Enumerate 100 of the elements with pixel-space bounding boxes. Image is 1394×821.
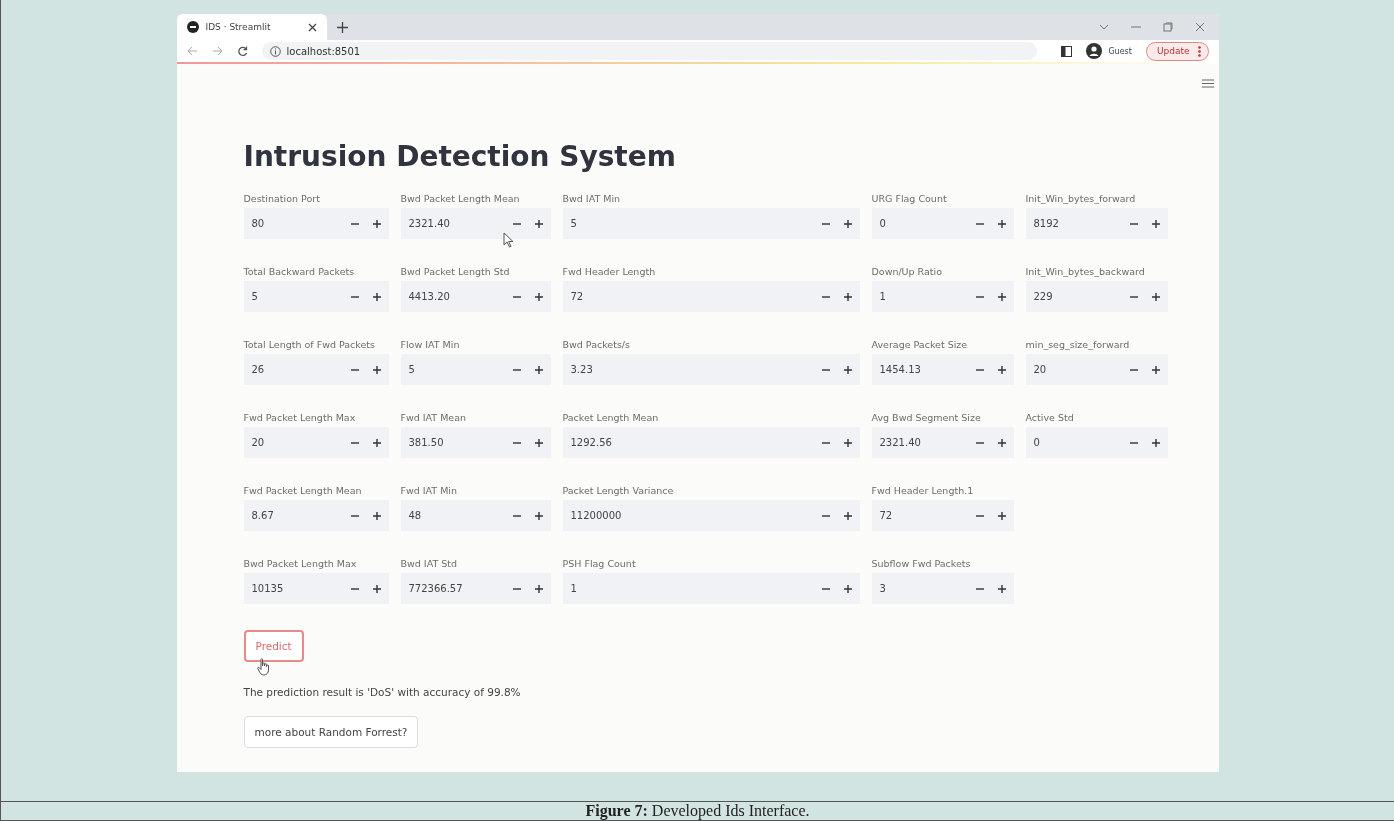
plus-icon[interactable]	[843, 511, 852, 520]
minus-icon[interactable]	[512, 441, 521, 444]
sidebar-icon[interactable]	[1061, 45, 1073, 57]
minus-icon[interactable]	[350, 514, 359, 517]
close-icon[interactable]	[307, 22, 317, 32]
field-label: Flow IAT Min	[400, 338, 461, 352]
field-label: Bwd Packet Length Std	[400, 265, 511, 279]
minus-icon[interactable]	[1129, 441, 1138, 444]
predict-button[interactable]: Predict	[243, 630, 304, 662]
plus-icon[interactable]	[843, 438, 852, 447]
minus-icon[interactable]	[350, 295, 359, 298]
plus-icon[interactable]	[997, 511, 1006, 520]
minus-icon[interactable]	[821, 222, 830, 225]
update-button[interactable]: Update	[1145, 41, 1209, 61]
minus-icon[interactable]	[350, 587, 359, 590]
field-label: Bwd Packet Length Max	[243, 557, 358, 571]
plus-icon[interactable]	[997, 292, 1006, 301]
field-label: Avg Bwd Segment Size	[871, 411, 982, 425]
field-label: Fwd Packet Length Mean	[243, 484, 363, 498]
field-label: Fwd IAT Min	[400, 484, 459, 498]
minus-icon[interactable]	[512, 368, 521, 371]
plus-icon[interactable]	[372, 584, 381, 593]
minus-icon[interactable]	[350, 368, 359, 371]
menu-icon[interactable]	[1201, 79, 1214, 88]
reload-icon[interactable]	[236, 45, 248, 57]
minus-icon[interactable]	[821, 295, 830, 298]
minus-icon[interactable]	[975, 222, 984, 225]
profile-icon[interactable]	[1086, 43, 1103, 59]
minus-icon[interactable]	[350, 441, 359, 444]
plus-icon[interactable]	[372, 219, 381, 228]
plus-icon[interactable]	[534, 219, 543, 228]
field-label: Bwd Packet Length Mean	[400, 192, 521, 206]
field-label: Down/Up Ratio	[871, 265, 943, 279]
field-label: Fwd Packet Length Max	[243, 411, 357, 425]
minus-icon[interactable]	[975, 514, 984, 517]
chevron-down-icon[interactable]	[1098, 24, 1109, 30]
plus-icon[interactable]	[843, 365, 852, 374]
plus-icon[interactable]	[997, 365, 1006, 374]
page-title: Intrusion Detection System	[243, 140, 677, 175]
plus-icon[interactable]	[534, 584, 543, 593]
minus-icon[interactable]	[975, 295, 984, 298]
minus-icon[interactable]	[821, 514, 830, 517]
plus-icon[interactable]	[372, 292, 381, 301]
minus-icon[interactable]	[512, 222, 521, 225]
field-label: Bwd IAT Std	[400, 557, 458, 571]
minus-icon[interactable]	[1129, 222, 1138, 225]
minus-icon[interactable]	[975, 441, 984, 444]
minus-icon[interactable]	[350, 222, 359, 225]
plus-icon[interactable]	[534, 292, 543, 301]
field-label: Total Backward Packets	[243, 265, 356, 279]
address-field[interactable]: localhost:8501	[261, 42, 1038, 60]
restore-icon[interactable]	[1162, 22, 1173, 32]
plus-icon[interactable]	[534, 365, 543, 374]
plus-icon[interactable]	[1151, 365, 1160, 374]
field-label: Average Packet Size	[871, 338, 969, 352]
profile-name: Guest	[1108, 46, 1132, 56]
plus-icon[interactable]	[843, 219, 852, 228]
browser-tab[interactable]: IDS · Streamlit	[176, 14, 327, 40]
app-logo-icon	[186, 21, 199, 33]
minus-icon[interactable]	[821, 368, 830, 371]
field-label: Init_Win_bytes_forward	[1025, 192, 1137, 206]
field-label: Fwd Header Length.1	[871, 484, 975, 498]
field-label: Bwd IAT Min	[562, 192, 622, 206]
field-label: Fwd Header Length	[562, 265, 657, 279]
more-button[interactable]: more about Random Forrest?	[243, 716, 419, 748]
field-label: min_seg_size_forward	[1025, 338, 1131, 352]
plus-icon[interactable]	[997, 219, 1006, 228]
plus-icon[interactable]	[843, 292, 852, 301]
field-label: Packet Length Variance	[562, 484, 675, 498]
new-tab-icon[interactable]	[336, 21, 348, 33]
minus-icon[interactable]	[821, 441, 830, 444]
field-label: Active Std	[1025, 411, 1075, 425]
plus-icon[interactable]	[1151, 219, 1160, 228]
plus-icon[interactable]	[997, 438, 1006, 447]
prediction-result: The prediction result is 'DoS' with accuracy of 99.8%	[243, 686, 521, 698]
field-label: Bwd Packets/s	[562, 338, 632, 352]
field-label: URG Flag Count	[871, 192, 948, 206]
plus-icon[interactable]	[1151, 292, 1160, 301]
figure-caption: Figure 7: Developed Ids Interface.	[1, 801, 1394, 820]
more-icon	[1197, 45, 1201, 57]
minus-icon[interactable]	[512, 295, 521, 298]
field-label: Fwd IAT Mean	[400, 411, 468, 425]
minus-icon[interactable]	[821, 587, 830, 590]
plus-icon[interactable]	[997, 584, 1006, 593]
plus-icon[interactable]	[1151, 438, 1160, 447]
plus-icon[interactable]	[534, 511, 543, 520]
minus-icon[interactable]	[975, 587, 984, 590]
minus-icon[interactable]	[512, 587, 521, 590]
pointer-cursor-icon	[502, 232, 514, 248]
plus-icon[interactable]	[843, 584, 852, 593]
minus-icon[interactable]	[1129, 368, 1138, 371]
minus-icon[interactable]	[975, 368, 984, 371]
plus-icon[interactable]	[372, 365, 381, 374]
minus-icon[interactable]	[1129, 295, 1138, 298]
field-label: Subflow Fwd Packets	[871, 557, 972, 571]
plus-icon[interactable]	[372, 438, 381, 447]
plus-icon[interactable]	[534, 438, 543, 447]
plus-icon[interactable]	[372, 511, 381, 520]
minus-icon[interactable]	[512, 514, 521, 517]
field-label: PSH Flag Count	[562, 557, 637, 571]
